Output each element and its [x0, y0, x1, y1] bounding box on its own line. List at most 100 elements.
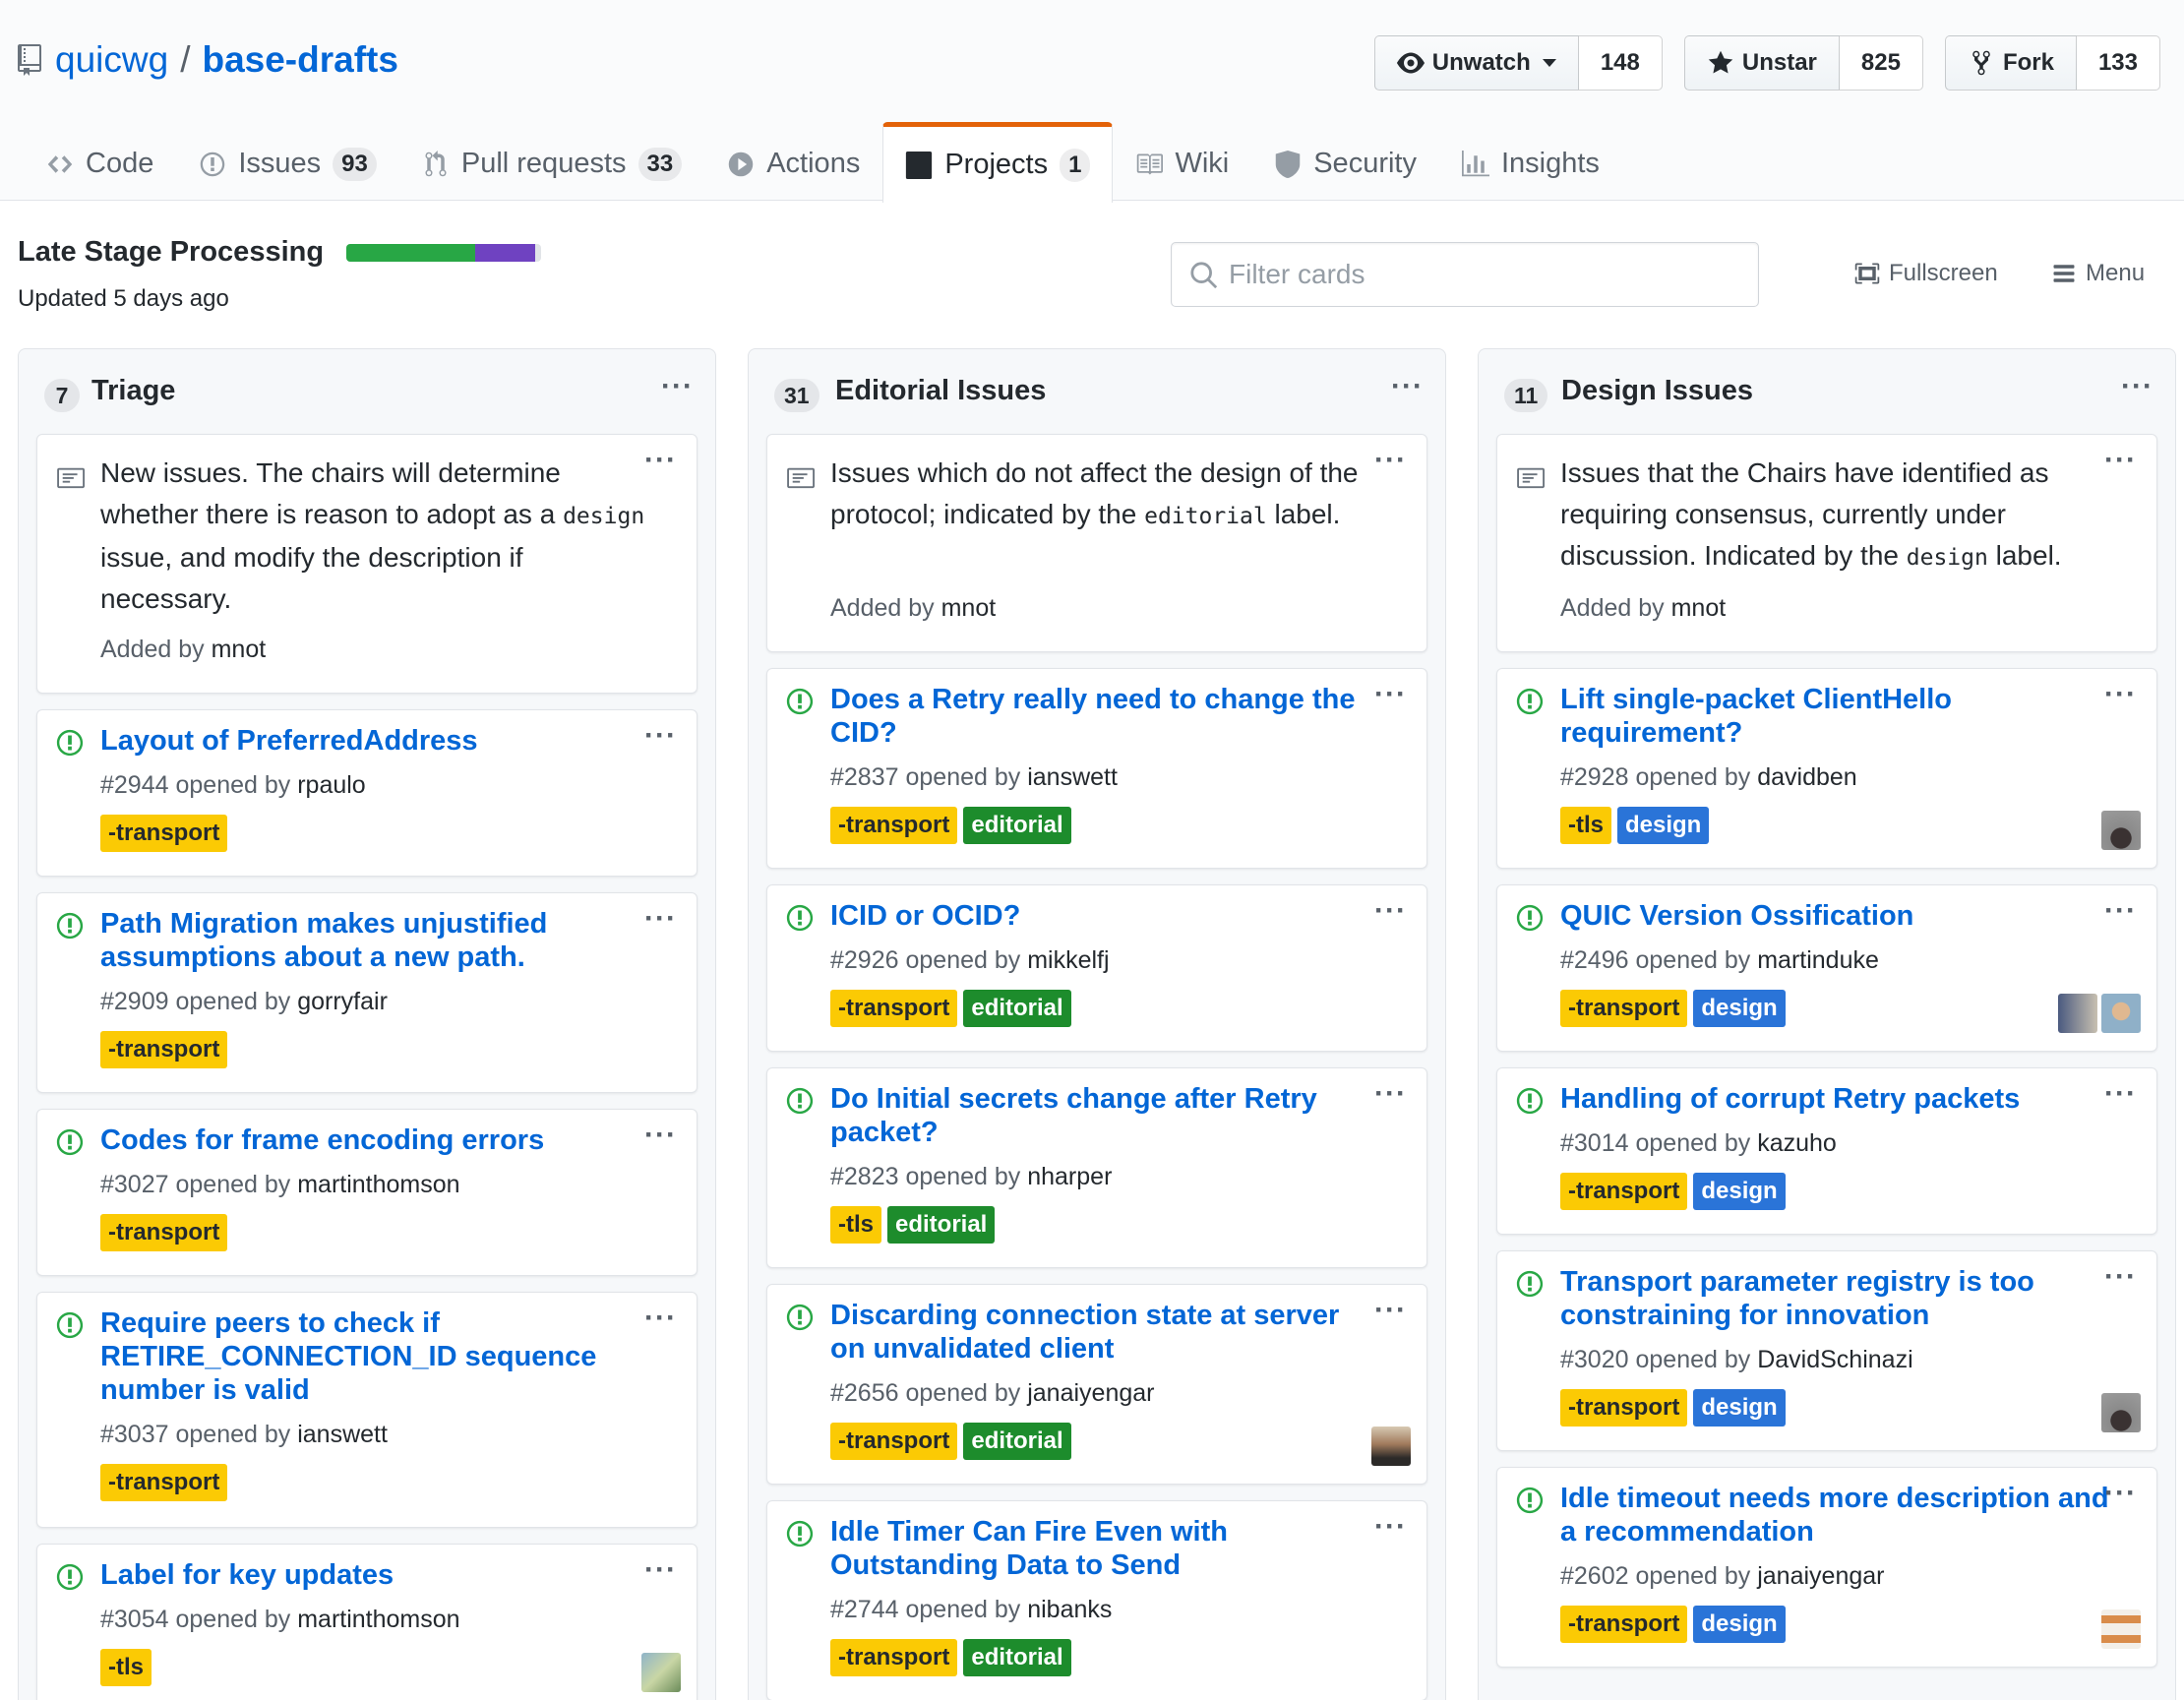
label-design[interactable]: design — [1693, 1173, 1786, 1210]
tab-code[interactable]: Code — [24, 122, 176, 201]
card-menu-kebab-icon[interactable]: ··· — [2104, 896, 2137, 926]
issue-card[interactable]: Do Initial secrets change after Retry pa… — [766, 1067, 1427, 1268]
label-transport[interactable]: -transport — [100, 1031, 228, 1068]
issue-title-link[interactable]: Path Migration makes unjustified assumpt… — [100, 907, 651, 974]
note-card[interactable]: Issues which do not affect the design of… — [766, 434, 1427, 652]
label-design[interactable]: design — [1693, 990, 1786, 1027]
issue-card[interactable]: Discarding connection state at server on… — [766, 1284, 1427, 1485]
avatar[interactable] — [2101, 994, 2141, 1033]
issue-title-link[interactable]: Label for key updates — [100, 1558, 651, 1592]
issue-title-link[interactable]: Codes for frame encoding errors — [100, 1123, 651, 1157]
card-menu-kebab-icon[interactable]: ··· — [1374, 1512, 1407, 1542]
avatar[interactable] — [2058, 994, 2097, 1033]
column-menu-kebab-icon[interactable]: ··· — [2121, 372, 2154, 401]
tab-pull-requests[interactable]: Pull requests 33 — [399, 122, 704, 201]
card-menu-kebab-icon[interactable]: ··· — [644, 446, 677, 475]
label-transport[interactable]: -transport — [1560, 1606, 1688, 1643]
label-transport[interactable]: -transport — [1560, 1173, 1688, 1210]
issue-title-link[interactable]: Idle timeout needs more description and … — [1560, 1482, 2111, 1548]
label-design[interactable]: design — [1617, 807, 1710, 844]
label-transport[interactable]: -transport — [830, 1639, 958, 1676]
issue-title-link[interactable]: Idle Timer Can Fire Even with Outstandin… — [830, 1515, 1381, 1582]
card-menu-kebab-icon[interactable]: ··· — [644, 721, 677, 751]
note-card[interactable]: New issues. The chairs will determine wh… — [36, 434, 698, 694]
issue-card[interactable]: Label for key updates #3054 opened by ma… — [36, 1544, 698, 1700]
issue-card[interactable]: Idle Timer Can Fire Even with Outstandin… — [766, 1500, 1427, 1700]
card-menu-kebab-icon[interactable]: ··· — [1374, 896, 1407, 926]
label-transport[interactable]: -transport — [830, 990, 958, 1027]
tab-actions[interactable]: Actions — [704, 122, 882, 201]
label-design[interactable]: design — [1693, 1389, 1786, 1427]
fullscreen-button[interactable]: Fullscreen — [1853, 260, 1998, 287]
tab-security[interactable]: Security — [1251, 122, 1439, 201]
label-tls[interactable]: -tls — [830, 1206, 881, 1244]
unstar-button[interactable]: Unstar — [1683, 35, 1840, 91]
issue-title-link[interactable]: Require peers to check if RETIRE_CONNECT… — [100, 1306, 651, 1407]
repo-name-link[interactable]: base-drafts — [202, 39, 397, 81]
card-menu-kebab-icon[interactable]: ··· — [2104, 1262, 2137, 1292]
card-menu-kebab-icon[interactable]: ··· — [644, 904, 677, 934]
avatar[interactable] — [2101, 811, 2141, 850]
issue-card[interactable]: Codes for frame encoding errors #3027 op… — [36, 1109, 698, 1276]
card-menu-kebab-icon[interactable]: ··· — [1374, 680, 1407, 709]
issue-title-link[interactable]: Discarding connection state at server on… — [830, 1299, 1381, 1366]
card-menu-kebab-icon[interactable]: ··· — [644, 1304, 677, 1333]
issue-title-link[interactable]: Handling of corrupt Retry packets — [1560, 1082, 2111, 1116]
label-design[interactable]: design — [1693, 1606, 1786, 1643]
label-editorial[interactable]: editorial — [963, 807, 1071, 844]
label-transport[interactable]: -transport — [1560, 1389, 1688, 1427]
issue-card[interactable]: Require peers to check if RETIRE_CONNECT… — [36, 1292, 698, 1528]
card-menu-kebab-icon[interactable]: ··· — [644, 1121, 677, 1150]
column-menu-kebab-icon[interactable]: ··· — [1391, 372, 1424, 401]
unwatch-button[interactable]: Unwatch — [1373, 35, 1579, 91]
tab-issues[interactable]: Issues 93 — [176, 122, 399, 201]
card-menu-kebab-icon[interactable]: ··· — [1374, 1079, 1407, 1109]
label-editorial[interactable]: editorial — [963, 1423, 1071, 1460]
label-transport[interactable]: -transport — [830, 807, 958, 844]
label-transport[interactable]: -transport — [100, 815, 228, 852]
menu-button[interactable]: Menu — [2050, 260, 2145, 287]
note-card[interactable]: Issues that the Chairs have identified a… — [1496, 434, 2157, 652]
issue-card[interactable]: QUIC Version Ossification #2496 opened b… — [1496, 884, 2157, 1052]
card-menu-kebab-icon[interactable]: ··· — [2104, 1479, 2137, 1508]
issue-title-link[interactable]: Do Initial secrets change after Retry pa… — [830, 1082, 1381, 1149]
issue-card[interactable]: Path Migration makes unjustified assumpt… — [36, 892, 698, 1093]
card-menu-kebab-icon[interactable]: ··· — [2104, 680, 2137, 709]
issue-card[interactable]: Does a Retry really need to change the C… — [766, 668, 1427, 869]
forks-count[interactable]: 133 — [2076, 35, 2160, 91]
issue-card[interactable]: ICID or OCID? #2926 opened by mikkelfj -… — [766, 884, 1427, 1052]
repo-owner-link[interactable]: quicwg — [55, 39, 168, 81]
issue-title-link[interactable]: Transport parameter registry is too cons… — [1560, 1265, 2111, 1332]
issue-title-link[interactable]: Layout of PreferredAddress — [100, 724, 651, 758]
label-tls[interactable]: -tls — [100, 1649, 152, 1686]
label-editorial[interactable]: editorial — [963, 1639, 1071, 1676]
label-editorial[interactable]: editorial — [963, 990, 1071, 1027]
filter-cards-input[interactable]: Filter cards — [1171, 242, 1759, 307]
issue-card[interactable]: Lift single-packet ClientHello requireme… — [1496, 668, 2157, 869]
card-menu-kebab-icon[interactable]: ··· — [644, 1555, 677, 1585]
issue-card[interactable]: Handling of corrupt Retry packets #3014 … — [1496, 1067, 2157, 1235]
label-tls[interactable]: -tls — [1560, 807, 1611, 844]
column-menu-kebab-icon[interactable]: ··· — [661, 372, 694, 401]
label-transport[interactable]: -transport — [100, 1214, 228, 1251]
issue-title-link[interactable]: QUIC Version Ossification — [1560, 899, 2111, 933]
issue-card[interactable]: Layout of PreferredAddress #2944 opened … — [36, 709, 698, 877]
avatar[interactable] — [2101, 1609, 2141, 1649]
label-transport[interactable]: -transport — [1560, 990, 1688, 1027]
card-menu-kebab-icon[interactable]: ··· — [1374, 446, 1407, 475]
card-menu-kebab-icon[interactable]: ··· — [2104, 446, 2137, 475]
issue-title-link[interactable]: ICID or OCID? — [830, 899, 1381, 933]
avatar[interactable] — [2101, 1393, 2141, 1432]
avatar[interactable] — [641, 1653, 681, 1692]
fork-button[interactable]: Fork — [1944, 35, 2077, 91]
avatar[interactable] — [1371, 1427, 1411, 1466]
tab-wiki[interactable]: Wiki — [1113, 122, 1251, 201]
label-transport[interactable]: -transport — [100, 1464, 228, 1501]
issue-title-link[interactable]: Does a Retry really need to change the C… — [830, 683, 1381, 750]
tab-projects[interactable]: Projects 1 — [882, 122, 1114, 203]
card-menu-kebab-icon[interactable]: ··· — [2104, 1079, 2137, 1109]
stargazers-count[interactable]: 825 — [1839, 35, 1923, 91]
issue-card[interactable]: Transport parameter registry is too cons… — [1496, 1250, 2157, 1451]
card-menu-kebab-icon[interactable]: ··· — [1374, 1296, 1407, 1325]
issue-card[interactable]: Idle timeout needs more description and … — [1496, 1467, 2157, 1668]
